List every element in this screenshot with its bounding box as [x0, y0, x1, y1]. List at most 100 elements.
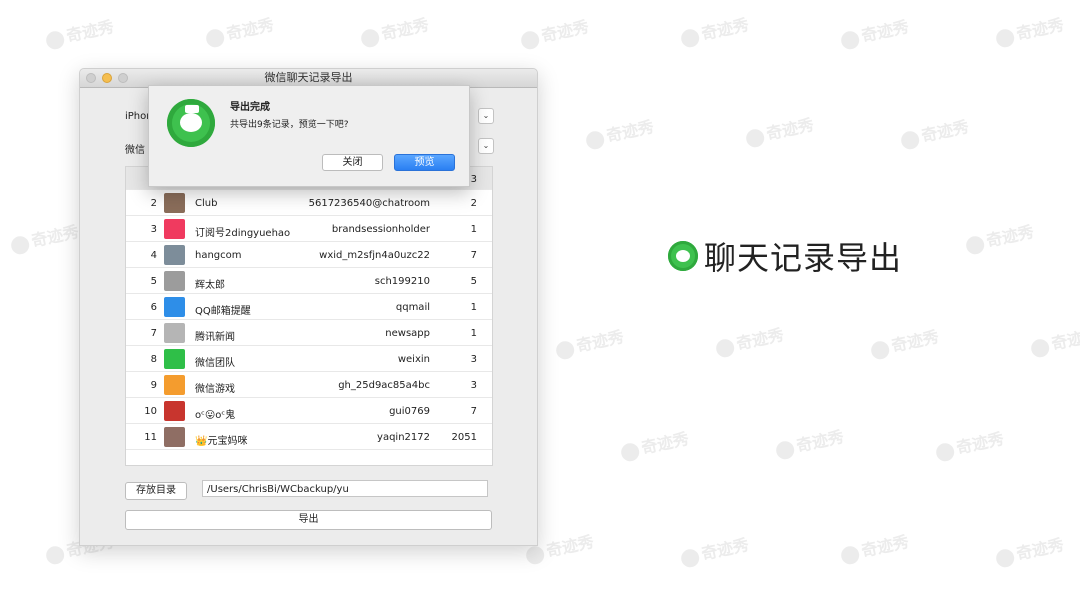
- row-index: 11: [144, 432, 157, 443]
- window-title: 微信聊天记录导出: [264, 71, 353, 84]
- table-row[interactable]: 10 oᶜ😛oᶜ鬼 gui0769 7: [126, 398, 492, 424]
- watermark: 奇迹秀: [43, 13, 116, 51]
- preview-button[interactable]: 预览: [394, 154, 455, 171]
- avatar: [164, 323, 185, 343]
- account-select-chevron-icon[interactable]: ⌄: [478, 138, 494, 154]
- watermark: 奇迹秀: [553, 323, 626, 361]
- contact-id: sch199210: [374, 276, 430, 287]
- message-count: 3: [470, 174, 477, 185]
- avatar: [164, 219, 185, 239]
- table-row[interactable]: 6 QQ邮箱提醒 qqmail 1: [126, 294, 492, 320]
- contact-id: weixin: [397, 354, 430, 365]
- table-row[interactable]: 11 👑元宝妈咪 yaqin2172 2051: [126, 424, 492, 450]
- message-count: 1: [470, 302, 477, 313]
- table-row[interactable]: 4 hangcom wxid_m2sfjn4a0uzc22 7: [126, 242, 492, 268]
- message-count: 1: [470, 224, 477, 235]
- message-count: 3: [470, 380, 477, 391]
- contact-id: wxid_m2sfjn4a0uzc22: [319, 250, 430, 261]
- contact-id: qqmail: [395, 302, 430, 313]
- wechat-logo-icon: [668, 241, 698, 271]
- watermark: 奇迹秀: [678, 11, 751, 49]
- contact-name: 辉太郎: [195, 280, 225, 291]
- dialog-message: 共导出9条记录，预览一下吧?: [230, 120, 349, 130]
- contact-id: 5617236540@chatroom: [308, 198, 430, 209]
- contact-name: 微信游戏: [195, 384, 235, 395]
- device-select-chevron-icon[interactable]: ⌄: [478, 108, 494, 124]
- watermark: 奇迹秀: [993, 531, 1066, 569]
- contacts-table: 3 2 Club 5617236540@chatroom 2 3 订阅号2dingyueh…: [125, 166, 493, 466]
- row-index: 5: [150, 276, 157, 287]
- table-row[interactable]: 8 微信团队 weixin 3: [126, 346, 492, 372]
- watermark: 奇迹秀: [203, 11, 276, 49]
- contact-name: hangcom: [195, 250, 242, 261]
- contact-name: 订阅号2dingyuehao: [195, 228, 291, 239]
- watermark: 奇迹秀: [618, 425, 691, 463]
- watermark: 奇迹秀: [713, 321, 786, 359]
- brand: 聊天记录导出: [668, 233, 902, 279]
- contact-name: Club: [195, 198, 218, 209]
- watermark: 奇迹秀: [8, 218, 81, 256]
- message-count: 7: [470, 250, 477, 261]
- watermark: 奇迹秀: [678, 531, 751, 569]
- avatar: [164, 375, 185, 395]
- avatar: [164, 427, 185, 447]
- contact-name: 腾讯新闻: [195, 332, 235, 343]
- watermark: 奇迹秀: [1028, 321, 1080, 359]
- storage-folder-button[interactable]: 存放目录: [125, 482, 187, 500]
- wechat-label: 微信: [125, 145, 145, 156]
- contact-id: newsapp: [385, 328, 430, 339]
- message-count: 5: [470, 276, 477, 287]
- close-window-button[interactable]: [86, 73, 96, 83]
- path-input[interactable]: /Users/ChrisBi/WCbackup/yu: [202, 480, 488, 497]
- row-index: 8: [150, 354, 157, 365]
- message-count: 2: [470, 198, 477, 209]
- watermark: 奇迹秀: [583, 113, 656, 151]
- contact-name: oᶜ😛oᶜ鬼: [195, 410, 236, 421]
- contact-name: 微信团队: [195, 358, 235, 369]
- row-index: 9: [150, 380, 157, 391]
- export-button[interactable]: 导出: [125, 510, 492, 530]
- avatar: [164, 401, 185, 421]
- dialog-title: 导出完成: [230, 102, 270, 113]
- table-row[interactable]: 9 微信游戏 gh_25d9ac85a4bc 3: [126, 372, 492, 398]
- avatar: [164, 245, 185, 265]
- window-controls: [86, 73, 128, 83]
- row-index: 7: [150, 328, 157, 339]
- watermark: 奇迹秀: [868, 323, 941, 361]
- export-complete-dialog: 导出完成 共导出9条记录，预览一下吧? 关闭 预览: [148, 85, 470, 187]
- row-index: 3: [150, 224, 157, 235]
- watermark: 奇迹秀: [838, 528, 911, 566]
- contact-name: QQ邮箱提醒: [195, 306, 251, 317]
- avatar: [164, 297, 185, 317]
- avatar: [164, 271, 185, 291]
- contact-name: 👑元宝妈咪: [195, 436, 248, 447]
- zoom-window-button[interactable]: [118, 73, 128, 83]
- watermark: 奇迹秀: [518, 13, 591, 51]
- table-row[interactable]: 2 Club 5617236540@chatroom 2: [126, 190, 492, 216]
- table-row[interactable]: 5 辉太郎 sch199210 5: [126, 268, 492, 294]
- message-count: 1: [470, 328, 477, 339]
- watermark: 奇迹秀: [743, 111, 816, 149]
- watermark: 奇迹秀: [993, 11, 1066, 49]
- contact-id: yaqin2172: [377, 432, 430, 443]
- row-index: 4: [150, 250, 157, 261]
- wechat-logo-icon: [167, 99, 215, 147]
- table-row[interactable]: 3 订阅号2dingyuehao brandsessionholder 1: [126, 216, 492, 242]
- row-index: 2: [150, 198, 157, 209]
- contact-id: gh_25d9ac85a4bc: [338, 380, 430, 391]
- contact-id: brandsessionholder: [331, 224, 430, 235]
- watermark: 奇迹秀: [773, 423, 846, 461]
- brand-title: 聊天记录导出: [704, 239, 903, 277]
- minimize-window-button[interactable]: [102, 73, 112, 83]
- watermark: 奇迹秀: [838, 13, 911, 51]
- watermark: 奇迹秀: [358, 11, 431, 49]
- row-index: 10: [144, 406, 157, 417]
- table-row[interactable]: 7 腾讯新闻 newsapp 1: [126, 320, 492, 346]
- message-count: 2051: [451, 432, 477, 443]
- avatar: [164, 349, 185, 369]
- watermark: 奇迹秀: [898, 113, 971, 151]
- message-count: 3: [470, 354, 477, 365]
- message-count: 7: [470, 406, 477, 417]
- close-button[interactable]: 关闭: [322, 154, 383, 171]
- avatar: [164, 193, 185, 213]
